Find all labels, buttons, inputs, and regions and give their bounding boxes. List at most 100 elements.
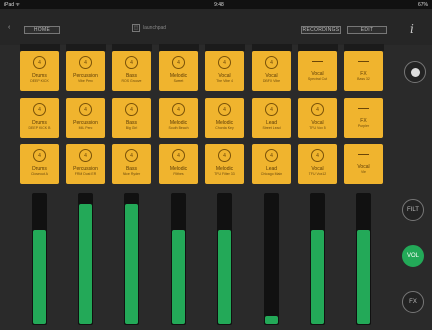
status-battery: 67% [417, 1, 428, 8]
fader-level [33, 230, 46, 324]
pad-sample-name: Filthes [173, 172, 184, 176]
home-button[interactable]: HOME [24, 26, 60, 34]
column-strip [298, 44, 338, 51]
loop-count-icon: 4 [125, 103, 138, 116]
dash-icon [312, 56, 323, 67]
pad-sample-name: Bass 32 [357, 77, 370, 81]
pad-sample-name: Chicago Main [260, 172, 283, 176]
pad-sample-name: FRM Dust ER [74, 172, 97, 176]
status-bar: iPad ᯤ 9:48 67% [0, 0, 432, 9]
sample-pad[interactable]: 4 Drums Closeout A [20, 144, 59, 184]
volume-fader[interactable] [32, 193, 47, 325]
volume-fader[interactable] [124, 193, 139, 325]
volume-fader[interactable] [264, 193, 279, 325]
pad-sample-name: TFU Vox 5 [309, 126, 326, 130]
loop-count-icon: 4 [218, 103, 231, 116]
volume-fader[interactable] [78, 193, 93, 325]
status-carrier: iPad ᯤ [4, 1, 20, 8]
sample-pad[interactable]: 4 Percussion Vibe Perc [66, 51, 105, 91]
sample-pad[interactable]: 4 Lead Street Lead [252, 98, 291, 138]
pad-sample-name: Spectral Cut [307, 77, 328, 81]
volume-fader[interactable] [356, 193, 371, 325]
column-strip [205, 44, 245, 51]
pad-sample-name: Big Girl [125, 126, 138, 130]
launchpad-logo-icon: ◫ [132, 24, 140, 32]
fader-level [357, 230, 370, 324]
pad-sample-name: DEEP KICK [30, 79, 49, 83]
logo-text: launchpad [143, 25, 167, 31]
sample-pad[interactable]: Vocal Vie [344, 144, 383, 184]
pad-sample-name: MIL Perc [78, 126, 93, 130]
sample-pad[interactable]: 4 Bass Nice Ryder [112, 144, 151, 184]
sample-pad[interactable]: 4 Percussion MIL Perc [66, 98, 105, 138]
record-button[interactable] [404, 61, 426, 83]
pad-sample-name: Chorda Key [215, 126, 234, 130]
sample-pad[interactable]: 4 Lead Chicago Main [252, 144, 291, 184]
pad-sample-name: Nice Ryder [122, 172, 141, 176]
loop-count-icon: 4 [79, 103, 92, 116]
loop-count-icon: 4 [311, 149, 324, 162]
volume-fader[interactable] [310, 193, 325, 325]
loop-count-icon: 4 [218, 56, 231, 69]
pad-sample-name: ROS Groove [121, 79, 142, 83]
filter-button[interactable]: FILT [402, 199, 424, 221]
sample-pad[interactable]: 4 Bass Big Girl [112, 98, 151, 138]
loop-count-icon: 4 [33, 149, 46, 162]
sample-pad[interactable]: FX Bass 32 [344, 51, 383, 91]
column-strip [66, 44, 106, 51]
fader-level [79, 204, 92, 324]
loop-count-icon: 4 [265, 103, 278, 116]
back-chevron-icon[interactable]: ‹ [8, 24, 10, 31]
pad-sample-name: DEEP KICK B [28, 126, 51, 130]
sample-pad[interactable]: 4 Melodic TFU Filter 33 [205, 144, 244, 184]
sample-pad[interactable]: 4 Vocal DBFX Vibe [252, 51, 291, 91]
loop-count-icon: 4 [172, 103, 185, 116]
sample-pad[interactable]: FX Purpler [344, 98, 383, 138]
logo: ◫ launchpad [132, 24, 166, 32]
sample-pad[interactable]: 4 Melodic Filthes [159, 144, 198, 184]
record-icon [410, 67, 420, 77]
pad-sample-name: Vie [361, 170, 366, 174]
sample-pad[interactable]: 4 Percussion FRM Dust ER [66, 144, 105, 184]
sample-pad[interactable]: 4 Vocal TFU Vox 5 [298, 98, 337, 138]
sample-pad[interactable]: 4 Bass ROS Groove [112, 51, 151, 91]
pad-sample-name: Street Lead [262, 126, 281, 130]
fx-button[interactable]: FX [402, 291, 424, 313]
sample-pad[interactable]: Vocal Spectral Cut [298, 51, 337, 91]
info-icon[interactable]: i [410, 22, 414, 36]
column-strip [159, 44, 199, 51]
column-strip [344, 44, 384, 51]
sample-pad[interactable]: 4 Melodic Sweet [159, 51, 198, 91]
pad-sample-name: Vibe Perc [77, 79, 94, 83]
loop-count-icon: 4 [265, 56, 278, 69]
loop-count-icon: 4 [79, 149, 92, 162]
sample-pad[interactable]: 4 Vocal The Vibe 4 [205, 51, 244, 91]
pad-sample-name: TFU Vox12 [308, 172, 327, 176]
loop-count-icon: 4 [125, 56, 138, 69]
edit-button[interactable]: EDIT [347, 26, 387, 34]
loop-count-icon: 4 [218, 149, 231, 162]
fader-level [125, 204, 138, 324]
volume-button[interactable]: VOL [402, 245, 424, 267]
pad-sample-name: DBFX Vibe [262, 79, 281, 83]
sample-pad[interactable]: 4 Melodic South Beach [159, 98, 198, 138]
dash-icon [358, 149, 369, 160]
loop-count-icon: 4 [265, 149, 278, 162]
loop-count-icon: 4 [79, 56, 92, 69]
pad-sample-name: The Vibe 4 [216, 79, 233, 83]
volume-fader[interactable] [171, 193, 186, 325]
loop-count-icon: 4 [311, 103, 324, 116]
loop-count-icon: 4 [125, 149, 138, 162]
sample-pad[interactable]: 4 Drums DEEP KICK [20, 51, 59, 91]
dash-icon [358, 56, 369, 67]
sample-pad[interactable]: 4 Melodic Chorda Key [205, 98, 244, 138]
sample-pad[interactable]: 4 Drums DEEP KICK B [20, 98, 59, 138]
fader-level [311, 230, 324, 324]
recordings-button[interactable]: RECORDINGS [301, 26, 341, 34]
loop-count-icon: 4 [33, 56, 46, 69]
top-toolbar: ‹ HOME ◫ launchpad RECORDINGS EDIT i [0, 9, 432, 45]
status-time: 9:48 [214, 1, 224, 8]
sample-pad[interactable]: 4 Vocal TFU Vox12 [298, 144, 337, 184]
volume-fader[interactable] [217, 193, 232, 325]
pad-sample-name: Closeout A [31, 172, 48, 176]
